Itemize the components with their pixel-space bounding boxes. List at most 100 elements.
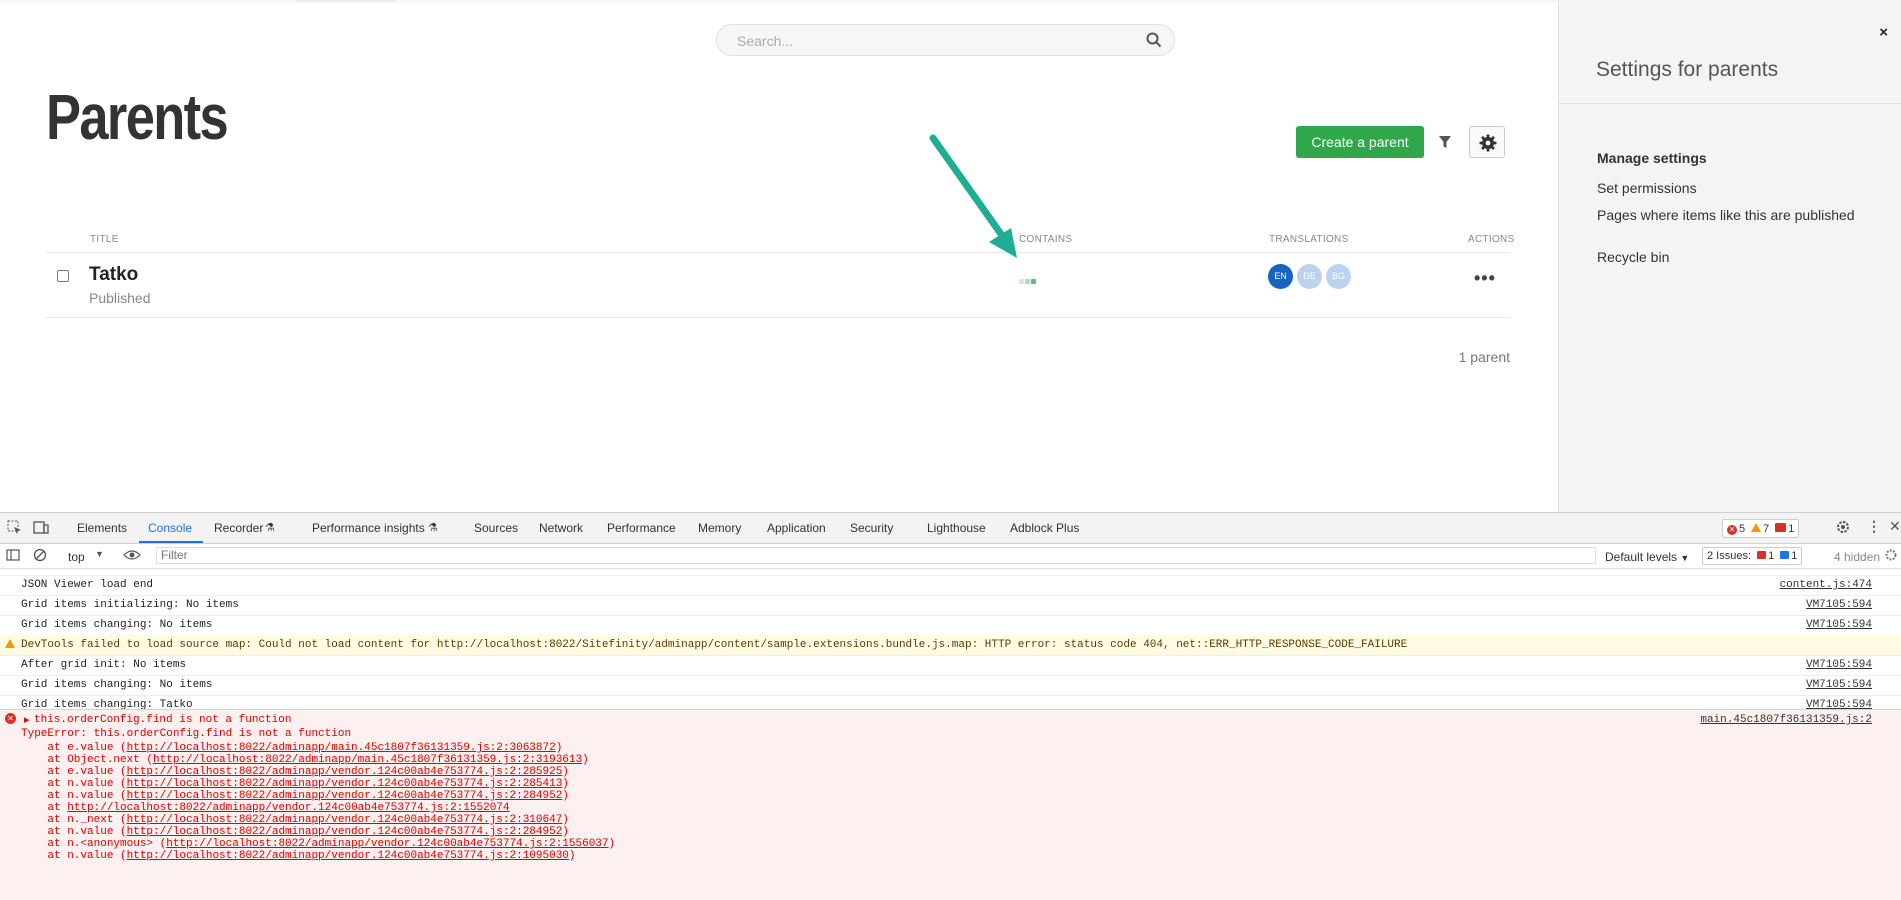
console-badges[interactable]: ✕ 5 7 1 (1722, 519, 1800, 538)
devtools-tabbar: Elements Console Recorder ⚗ Performance … (0, 513, 1901, 544)
devtools-panel: Elements Console Recorder ⚗ Performance … (0, 512, 1901, 900)
sourcemap-link[interactable]: http://localhost:8022/Sitefinity/adminap… (437, 639, 972, 651)
tab-console[interactable]: Console (148, 521, 192, 535)
annotation-arrow (929, 134, 1017, 258)
clear-console-icon[interactable] (33, 548, 47, 567)
stack-frame-link[interactable]: http://localhost:8022/adminapp/vendor.12… (127, 778, 563, 790)
stack-frame-prefix: at n.value ( (21, 790, 127, 802)
tab-application[interactable]: Application (767, 521, 826, 535)
stack-frame-link[interactable]: http://localhost:8022/adminapp/main.45c1… (153, 754, 582, 766)
inspect-element-icon[interactable] (7, 520, 22, 540)
warning-count: 7 (1763, 522, 1770, 535)
pages-published-link[interactable]: Pages where items like this are publishe… (1597, 207, 1855, 223)
issue-icon (1775, 522, 1787, 532)
source-link[interactable]: VM7105:594 (1806, 619, 1872, 631)
translation-badge-bg[interactable]: BG (1326, 264, 1351, 289)
stack-frame-link[interactable]: http://localhost:8022/adminapp/vendor.12… (127, 850, 569, 862)
device-toolbar-icon[interactable] (33, 520, 49, 540)
tab-sources[interactable]: Sources (474, 521, 518, 535)
tab-network[interactable]: Network (539, 521, 583, 535)
create-parent-button[interactable]: Create a parent (1296, 126, 1424, 158)
search-input[interactable] (735, 30, 1119, 52)
filter-icon[interactable] (1432, 130, 1458, 154)
console-toolbar: top ▼ Filter Default levels ▼ 2 Issues: … (0, 544, 1901, 569)
settings-button[interactable] (1469, 126, 1505, 158)
tab-elements[interactable]: Elements (77, 521, 127, 535)
stack-frame: at n.value (http://localhost:8022/admina… (21, 850, 575, 862)
source-link[interactable]: VM7105:594 (1806, 659, 1872, 671)
more-options-icon[interactable]: ⋮ (1867, 518, 1881, 535)
console-filter-input[interactable]: Filter (156, 547, 1596, 564)
stack-frame-link[interactable]: http://localhost:8022/adminapp/vendor.12… (166, 838, 608, 850)
more-actions-icon[interactable]: ••• (1474, 268, 1496, 289)
tab-recorder[interactable]: Recorder (214, 521, 263, 535)
stack-frame-prefix: at Object.next ( (21, 754, 154, 766)
error-source-link[interactable]: main.45c1807f36131359.js:2 (1700, 714, 1872, 726)
stack-frame-link[interactable]: http://localhost:8022/adminapp/vendor.12… (127, 766, 563, 778)
tab-memory[interactable]: Memory (698, 521, 741, 535)
stack-frame: at e.value (http://localhost:8022/admina… (21, 742, 562, 754)
row-divider (46, 317, 1510, 318)
stack-frame-link[interactable]: http://localhost:8022/adminapp/vendor.12… (127, 790, 563, 802)
issue-info-icon (1780, 551, 1790, 559)
warning-text-start: DevTools failed to load source map: Coul… (21, 639, 437, 651)
item-title-link[interactable]: Tatko (89, 264, 138, 286)
error-type-line: TypeError: this.orderConfig.find is not … (21, 728, 352, 740)
stack-frame-link[interactable]: http://localhost:8022/adminapp/vendor.12… (67, 802, 509, 814)
close-icon[interactable]: × (1879, 24, 1888, 41)
search-icon[interactable] (1146, 32, 1162, 53)
chevron-down-icon[interactable]: ▼ (95, 549, 104, 559)
source-link[interactable]: VM7105:594 (1806, 599, 1872, 611)
recycle-bin-link[interactable]: Recycle bin (1597, 249, 1669, 265)
column-header-title: TITLE (90, 234, 119, 245)
contains-indicator (1019, 271, 1037, 289)
tab-performance[interactable]: Performance (607, 521, 676, 535)
console-message: Grid items changing: No items VM7105:594 (0, 675, 1901, 696)
translation-badge-de[interactable]: DE (1297, 264, 1322, 289)
issues-button[interactable]: 2 Issues: 1 1 (1702, 547, 1803, 565)
row-checkbox[interactable] (57, 270, 69, 282)
stack-frame-link[interactable]: http://localhost:8022/adminapp/main.45c1… (127, 742, 556, 754)
tab-adblock-plus[interactable]: Adblock Plus (1010, 521, 1079, 535)
stack-frame-link[interactable]: http://localhost:8022/adminapp/vendor.12… (127, 814, 563, 826)
context-selector[interactable]: top (68, 550, 85, 564)
sidebar-toggle-icon[interactable] (6, 548, 20, 567)
search-box[interactable] (716, 24, 1175, 56)
console-error: ✕ ▸ this.orderConfig.find is not a funct… (0, 709, 1901, 900)
set-permissions-link[interactable]: Set permissions (1597, 180, 1697, 196)
gear-icon (1479, 134, 1497, 152)
console-message: JSON Viewer load end content.js:474 (0, 575, 1901, 596)
stack-frame-suffix: ) (562, 814, 569, 826)
stack-frame-suffix: ) (562, 790, 569, 802)
source-link[interactable]: VM7105:594 (1806, 679, 1872, 691)
stack-frame-suffix: ) (562, 766, 569, 778)
error-summary[interactable]: this.orderConfig.find is not a function (34, 714, 291, 726)
console-text: Grid items changing: No items (21, 619, 213, 631)
devtools-settings-icon[interactable] (1835, 519, 1851, 540)
stack-frame-suffix: ) (562, 826, 569, 838)
expand-triangle-icon[interactable]: ▸ (24, 713, 30, 727)
column-header-actions: ACTIONS (1468, 234, 1515, 245)
tab-lighthouse[interactable]: Lighthouse (927, 521, 986, 535)
stack-frame-suffix: ) (562, 778, 569, 790)
stack-frame-prefix: at n.value ( (21, 850, 127, 862)
tab-performance-insights[interactable]: Performance insights (312, 521, 425, 535)
stack-frame: at n.value (http://localhost:8022/admina… (21, 826, 569, 838)
log-levels-dropdown[interactable]: Default levels ▼ (1605, 550, 1689, 564)
source-link[interactable]: content.js:474 (1780, 579, 1872, 591)
tab-security[interactable]: Security (850, 521, 893, 535)
stack-frame-prefix: at n.value ( (21, 826, 127, 838)
column-header-translations: TRANSLATIONS (1269, 234, 1349, 245)
console-text: Grid items changing: No items (21, 679, 213, 691)
hidden-messages-count: 4 hidden (1834, 550, 1881, 564)
settings-panel: × Settings for parents Manage settings S… (1558, 0, 1901, 512)
translation-badge-en[interactable]: EN (1268, 264, 1293, 289)
stack-frame-link[interactable]: http://localhost:8022/adminapp/vendor.12… (127, 826, 563, 838)
eye-icon[interactable] (123, 548, 141, 567)
console-message: Grid items initializing: No items VM7105… (0, 595, 1901, 616)
manage-settings-heading: Manage settings (1597, 150, 1707, 166)
stack-frame: at n._next (http://localhost:8022/admina… (21, 814, 569, 826)
console-message: After grid init: No items VM7105:594 (0, 655, 1901, 676)
close-devtools-icon[interactable]: ✕ (1889, 518, 1901, 535)
console-settings-icon[interactable] (1884, 548, 1898, 567)
